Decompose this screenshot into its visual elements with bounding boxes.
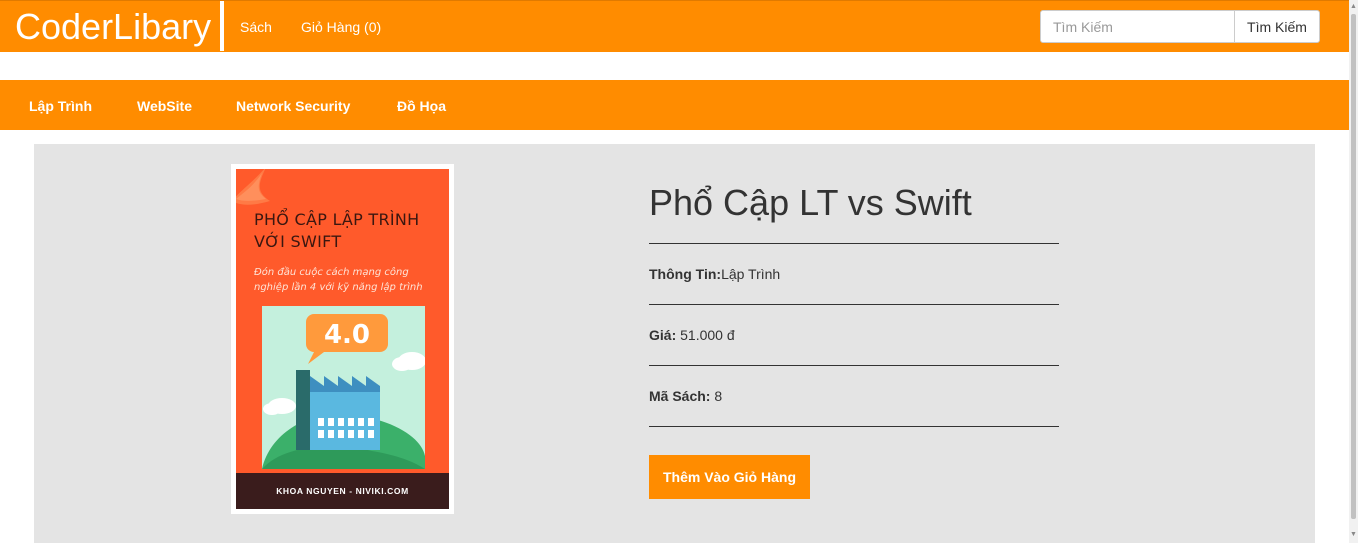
brand-logo[interactable]: CoderLibary bbox=[15, 7, 211, 47]
cover-title: PHỔ CẬP LẬP TRÌNH VỚI SWIFT bbox=[254, 209, 420, 253]
book-title: Phổ Cập LT vs Swift bbox=[649, 182, 972, 223]
cover-badge-text: 4.0 bbox=[324, 320, 370, 350]
field-value: 8 bbox=[710, 388, 723, 404]
cover-subtitle: Đón đầu cuộc cách mạng công nghiệp lần 4… bbox=[254, 267, 423, 293]
divider bbox=[649, 304, 1059, 305]
nav-link-books[interactable]: Sách bbox=[240, 18, 272, 36]
scroll-up-icon[interactable]: ▲ bbox=[1350, 2, 1357, 12]
page-scrollbar[interactable]: ▲ ▼ bbox=[1349, 0, 1358, 543]
cover-footer: KHOA NGUYEN - NIVIKI.COM bbox=[236, 473, 449, 509]
search-button[interactable]: Tìm Kiếm bbox=[1234, 10, 1320, 43]
swift-logo-icon bbox=[236, 169, 270, 205]
book-price-field: Giá: 51.000 đ bbox=[649, 327, 735, 343]
category-graphics[interactable]: Đồ Họa bbox=[397, 98, 446, 114]
field-value: Lập Trình bbox=[721, 266, 781, 282]
field-value: 51.000 đ bbox=[676, 327, 735, 343]
factory-illustration-icon: 4.0 bbox=[262, 306, 425, 469]
category-programming[interactable]: Lập Trình bbox=[29, 98, 92, 114]
scroll-thumb[interactable] bbox=[1351, 14, 1356, 519]
book-cover-frame: PHỔ CẬP LẬP TRÌNH VỚI SWIFT Đón đầu cuộc… bbox=[231, 164, 454, 514]
field-label: Thông Tin: bbox=[649, 266, 722, 282]
book-category-field: Thông Tin:Lập Trình bbox=[649, 266, 780, 282]
category-bar: Lập Trình WebSite Network Security Đồ Họ… bbox=[0, 80, 1349, 130]
brand-divider bbox=[220, 1, 224, 51]
top-navbar: CoderLibary Sách Giỏ Hàng (0) Tìm Kiếm bbox=[0, 0, 1349, 52]
nav-link-cart[interactable]: Giỏ Hàng (0) bbox=[301, 18, 381, 36]
divider bbox=[649, 243, 1059, 244]
add-to-cart-button[interactable]: Thêm Vào Giỏ Hàng bbox=[649, 455, 810, 499]
field-label: Mã Sách: bbox=[649, 388, 711, 404]
book-cover-image: PHỔ CẬP LẬP TRÌNH VỚI SWIFT Đón đầu cuộc… bbox=[236, 169, 449, 509]
field-label: Giá: bbox=[649, 327, 677, 343]
divider bbox=[649, 365, 1059, 366]
book-id-field: Mã Sách: 8 bbox=[649, 388, 722, 404]
cover-title-line-1: PHỔ CẬP LẬP TRÌNH bbox=[254, 210, 420, 229]
divider bbox=[649, 426, 1059, 427]
category-network-security[interactable]: Network Security bbox=[236, 98, 350, 114]
scroll-down-icon[interactable]: ▼ bbox=[1350, 530, 1357, 540]
category-website[interactable]: WebSite bbox=[137, 98, 192, 114]
search-input[interactable] bbox=[1040, 10, 1235, 43]
cover-title-line-2: VỚI SWIFT bbox=[254, 232, 342, 251]
product-panel: PHỔ CẬP LẬP TRÌNH VỚI SWIFT Đón đầu cuộc… bbox=[34, 144, 1315, 543]
